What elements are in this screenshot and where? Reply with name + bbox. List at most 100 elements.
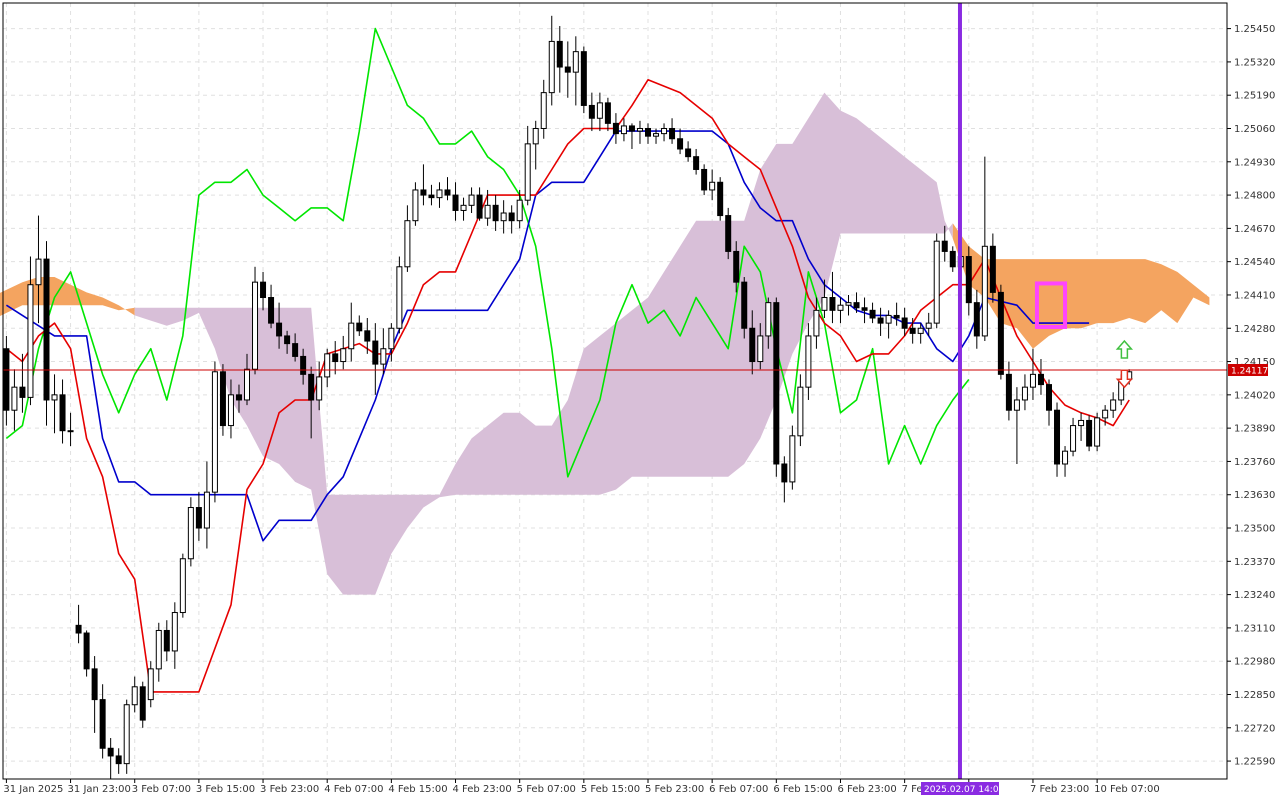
candle-body [211,371,218,493]
candle-body [653,133,660,137]
candle-body [741,281,748,329]
candle-body [348,322,355,350]
y-tick-label: 1.22850 [1234,690,1275,701]
candle-body [725,215,732,252]
candle-body [1062,450,1069,465]
candle-body [925,322,932,329]
y-tick-label: 1.24280 [1234,324,1275,335]
candle-body [163,629,170,652]
y-tick-label: 1.22980 [1234,657,1275,668]
candle-body [179,558,186,614]
candle-body [1029,373,1036,388]
candle-body [147,668,154,701]
candle-body [244,368,250,401]
candle-body [548,40,555,94]
current-price-label: 1.24117 [1231,366,1268,376]
y-tick-label: 1.25320 [1234,57,1275,68]
candle-body [3,348,10,411]
candle-body [19,386,26,398]
candle-body [693,156,700,170]
candle-body [83,632,90,670]
candle-body [308,373,315,401]
x-tick-label: 5 Feb 07:00 [517,784,576,795]
candle-body [484,204,491,219]
candle-body [997,291,1004,375]
candle-body [580,51,587,106]
candle-body [837,304,844,311]
y-tick-label: 1.22590 [1234,757,1275,768]
candle-body [805,335,812,388]
candle-body [524,143,531,201]
candle-body [628,125,635,132]
candle-body [59,394,66,432]
candle-body [51,394,58,401]
candle-body [917,327,924,334]
candle-body [717,181,724,217]
y-tick-label: 1.23890 [1234,424,1275,435]
candle-body [532,127,539,145]
candle-body [203,491,210,529]
candle-body [829,297,836,311]
candle-body [604,102,611,124]
candle-body [276,322,283,337]
x-tick-label: 6 Feb 07:00 [709,784,768,795]
candle-body [572,51,579,73]
candle-body [27,284,34,398]
y-tick-label: 1.24670 [1234,224,1275,235]
candle-body [965,256,972,304]
y-tick-label: 1.23760 [1234,457,1275,468]
candle-body [420,189,427,196]
candle-body [757,335,764,363]
candle-body [1054,409,1061,465]
y-tick-label: 1.25450 [1234,24,1275,35]
y-tick-label: 1.24930 [1234,157,1275,168]
candle-body [661,127,668,135]
candle-body [645,127,651,137]
candle-body [219,371,226,427]
x-tick-label: 7 Feb 23:00 [1030,784,1089,795]
candle-body [332,353,339,363]
candle-body [131,686,138,706]
candle-body [476,194,483,219]
y-tick-label: 1.24800 [1234,191,1275,202]
candle-body [949,250,956,268]
candle-body [709,181,716,191]
candle-body [781,463,788,483]
candle-body [195,507,202,529]
candle-body [388,327,395,350]
y-tick-label: 1.23110 [1234,623,1275,634]
candle-body [107,747,114,757]
candle-body [99,699,106,749]
candle-body [685,148,692,158]
candle-body [797,386,804,437]
y-tick-label: 1.23630 [1234,490,1275,501]
candle-body [1021,386,1028,401]
x-tick-label: 3 Feb 23:00 [260,784,319,795]
candle-body [292,343,299,357]
candle-body [620,125,627,135]
x-tick-label: 31 Jan 23:00 [68,784,131,795]
candle-body [540,92,547,129]
candle-body [885,314,892,324]
candle-body [372,340,379,365]
candle-body [452,194,459,211]
y-tick-label: 1.24020 [1234,390,1275,401]
candle-body [460,204,467,211]
x-tick-label: 5 Feb 23:00 [645,784,704,795]
price-chart[interactable]: 1.25450 1.25320 1.25190 1.25060 1.24930 1.248… [0,0,1280,800]
candle-body [35,258,42,286]
candle-body [123,704,130,765]
candle-body [869,309,876,319]
candle-body [1005,373,1012,411]
y-tick-label: 1.24540 [1234,257,1275,268]
candle-body [364,330,371,342]
candle-body [636,127,643,132]
chart-canvas[interactable]: 1.25450 1.25320 1.25190 1.25060 1.24930 1.248… [0,0,1280,800]
candle-body [1046,384,1052,411]
x-tick-label: 4 Feb 23:00 [453,784,512,795]
candle-body [444,189,451,196]
candle-body [677,138,684,150]
x-tick-label: 5 Feb 15:00 [581,784,640,795]
candle-body [516,199,523,222]
candle-body [1013,399,1020,411]
